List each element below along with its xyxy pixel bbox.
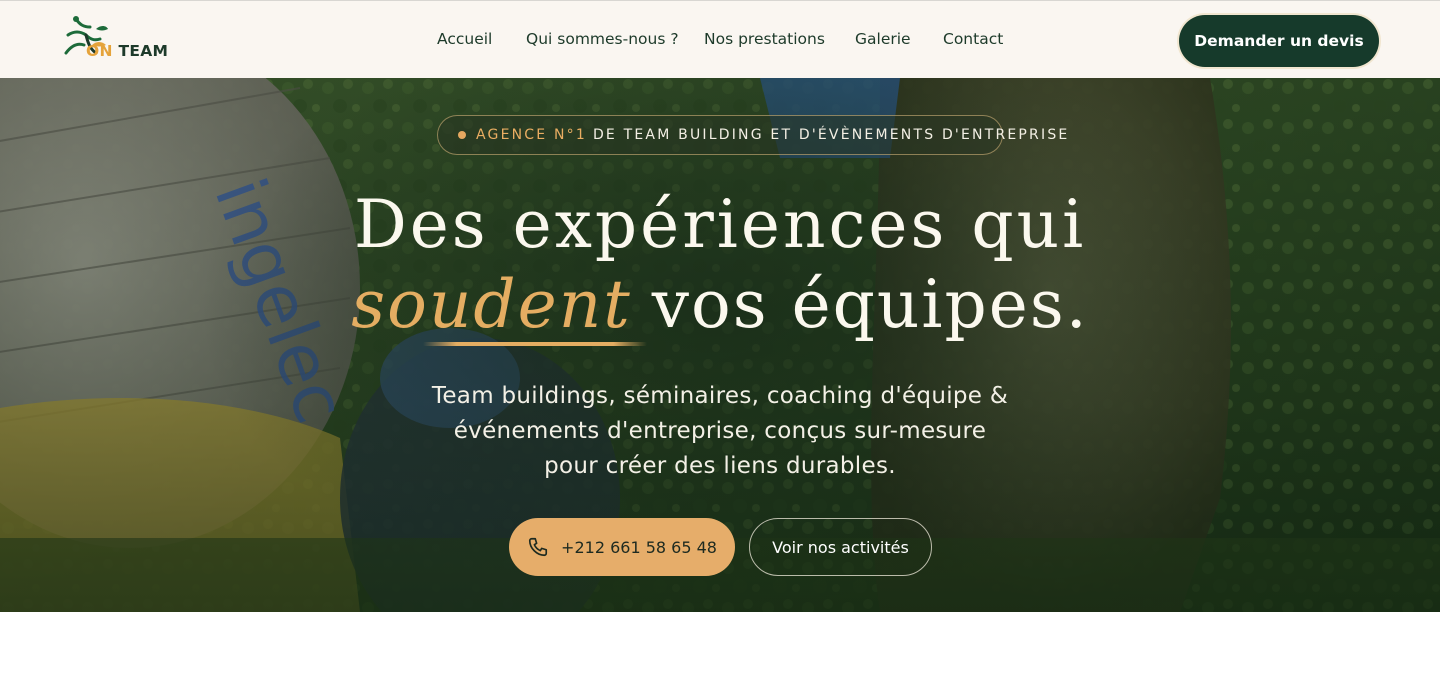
see-activities-button[interactable]: Voir nos activités xyxy=(749,518,932,576)
header-bar: ON TEAM Accueil Qui sommes-nous ? Nos pr… xyxy=(0,0,1440,78)
phone-number-label: +212 661 58 65 48 xyxy=(561,537,717,557)
hero-title-highlight: soudent xyxy=(351,266,632,343)
badge-dot-icon xyxy=(458,131,466,139)
request-quote-button[interactable]: Demander un devis xyxy=(1179,15,1379,67)
highlight-underline xyxy=(423,342,647,346)
call-phone-button[interactable]: +212 661 58 65 48 xyxy=(509,518,735,576)
hero-title-line2: soudent vos équipes. xyxy=(0,266,1440,343)
hero-title-rest: vos équipes. xyxy=(651,266,1089,343)
nav-item-nos-prestations[interactable]: Nos prestations xyxy=(704,30,825,48)
agency-badge: AGENCE N°1 DE TEAM BUILDING ET D'ÉVÈNEME… xyxy=(437,115,1067,155)
badge-accent-text: AGENCE N°1 xyxy=(476,127,587,143)
hero-subtitle-line1: Team buildings, séminaires, coaching d'é… xyxy=(431,383,1009,409)
nav-item-galerie[interactable]: Galerie xyxy=(855,30,911,48)
badge-text: DE TEAM BUILDING ET D'ÉVÈNEMENTS D'ENTRE… xyxy=(592,127,1070,143)
next-section xyxy=(0,612,1440,695)
nav-item-accueil[interactable]: Accueil xyxy=(437,30,492,48)
hero-subtitle-line3: pour créer des liens durables. xyxy=(544,453,896,479)
hero-subtitle-line2: événements d'entreprise, conçus sur-mesu… xyxy=(453,418,987,444)
nav-item-contact[interactable]: Contact xyxy=(943,30,1003,48)
hero-title-line1: Des expériences qui xyxy=(353,186,1087,263)
nav-item-qui-sommes-nous[interactable]: Qui sommes-nous ? xyxy=(526,30,679,48)
hero-section: ingelec AGENCE N°1 DE TEAM BUILDING ET D… xyxy=(0,78,1440,612)
phone-icon xyxy=(528,537,548,557)
